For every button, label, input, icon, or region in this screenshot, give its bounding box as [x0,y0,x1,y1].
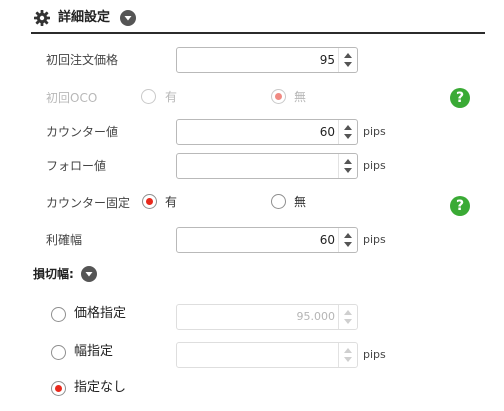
initial-oco-no-radio[interactable] [271,89,286,104]
stepper-down-icon[interactable] [344,168,352,173]
take-profit-label: 利確幅 [46,233,83,247]
counter-value-value: 60 [319,125,335,139]
counter-fixed-label: カウンター固定 [46,196,131,210]
stop-loss-width-input[interactable] [176,342,358,368]
stop-loss-price-label: 価格指定 [74,306,127,321]
section-title: 詳細設定 [58,10,111,25]
stepper-up-icon[interactable] [344,310,352,315]
initial-oco-yes-label: 有 [165,90,178,104]
stepper-down-icon[interactable] [344,357,352,362]
counter-fixed-no-radio[interactable] [271,194,286,209]
counter-value-stepper[interactable] [338,120,357,144]
stop-loss-price-input[interactable]: 95.000 [176,304,358,330]
stepper-down-icon[interactable] [344,319,352,324]
stop-loss-width-radio[interactable] [51,345,66,360]
initial-oco-label: 初回OCO [46,91,98,105]
take-profit-stepper[interactable] [338,228,357,252]
initial-price-value: 95 [319,53,335,67]
initial-oco-no-label: 無 [294,90,307,104]
follow-value-stepper[interactable] [338,154,357,178]
gear-icon [33,9,51,27]
follow-value-input[interactable] [176,153,358,179]
stepper-up-icon[interactable] [344,53,352,58]
stop-loss-price-value: 95.000 [296,310,336,323]
take-profit-value: 60 [319,233,335,247]
counter-value-label: カウンター値 [46,125,119,139]
stepper-up-icon[interactable] [344,233,352,238]
counter-fixed-yes-label: 有 [165,195,178,209]
counter-fixed-yes-radio[interactable] [142,194,157,209]
stepper-down-icon[interactable] [344,242,352,247]
counter-value-input[interactable]: 60 [176,119,358,145]
take-profit-input[interactable]: 60 [176,227,358,253]
chevron-down-icon[interactable] [81,266,97,282]
stepper-down-icon[interactable] [344,62,352,67]
stepper-up-icon[interactable] [344,348,352,353]
counter-value-unit: pips [363,125,386,138]
initial-price-label: 初回注文価格 [46,53,119,67]
follow-value-unit: pips [363,159,386,172]
stepper-up-icon[interactable] [344,125,352,130]
stop-loss-price-stepper[interactable] [338,305,357,329]
stop-loss-none-label: 指定なし [74,380,127,395]
stop-loss-width-unit: pips [363,348,386,361]
help-icon[interactable]: ? [450,88,470,108]
stop-loss-width-stepper[interactable] [338,343,357,367]
stepper-up-icon[interactable] [344,159,352,164]
counter-fixed-no-label: 無 [294,195,307,209]
initial-price-stepper[interactable] [338,48,357,72]
initial-price-input[interactable]: 95 [176,47,358,73]
initial-oco-yes-radio[interactable] [141,89,156,104]
header-divider [31,32,485,34]
help-icon[interactable]: ? [450,196,470,216]
stop-loss-price-radio[interactable] [51,307,66,322]
stop-loss-title: 損切幅: [33,267,74,281]
stop-loss-width-label: 幅指定 [74,344,114,359]
take-profit-unit: pips [363,233,386,246]
chevron-down-icon[interactable] [120,10,136,26]
stop-loss-none-radio[interactable] [51,381,66,396]
follow-value-label: フォロー値 [46,159,107,173]
stepper-down-icon[interactable] [344,134,352,139]
